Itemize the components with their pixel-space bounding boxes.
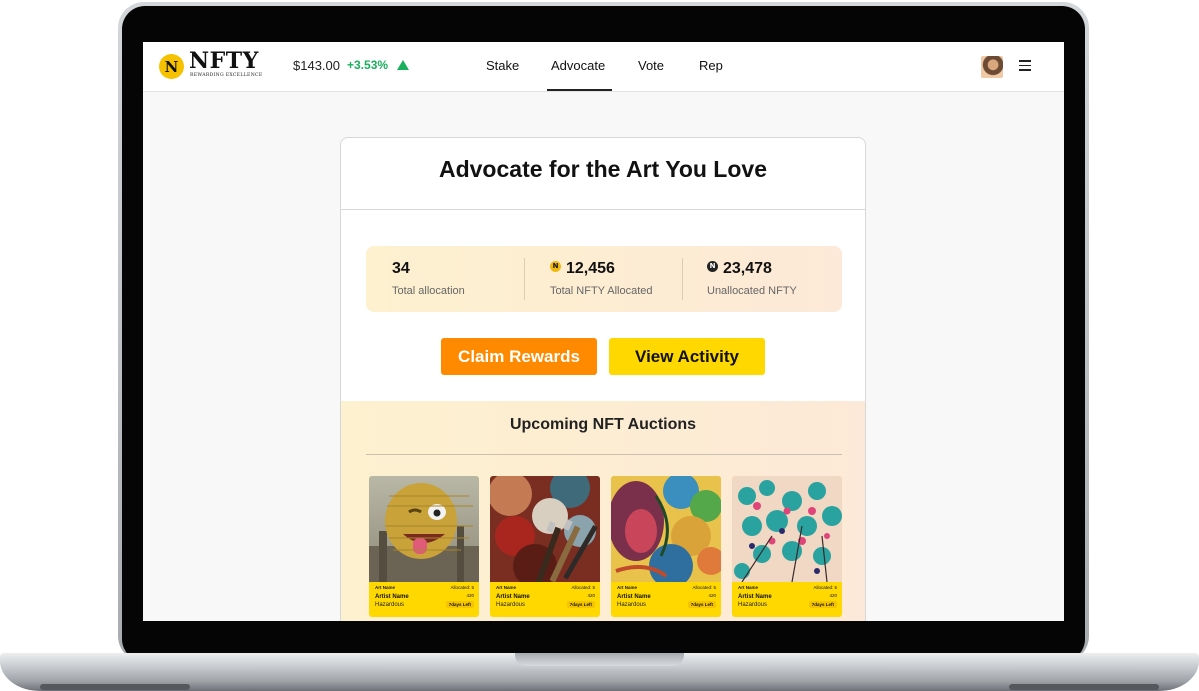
stat-value: N 12,456	[550, 260, 615, 278]
nft-genre: Hazardous	[375, 602, 405, 608]
nft-genre: Hazardous	[738, 602, 768, 608]
user-avatar[interactable]	[981, 56, 1003, 78]
stat-total-nfty-allocated: N 12,456 Total NFTY Allocated	[524, 246, 682, 312]
section-title: Upcoming NFT Auctions	[509, 416, 697, 433]
nft-artwork-image	[369, 476, 479, 582]
allocation-stats: 34 Total allocation N 12,456 Total NFTY A…	[366, 246, 842, 312]
nft-artist-name: Artist Name	[375, 594, 409, 600]
advocate-card: Advocate for the Art You Love 34 Total a…	[340, 137, 866, 621]
logo-coin-letter: N	[164, 57, 179, 76]
token-change: +3.53%	[347, 58, 389, 72]
stat-value: 34	[392, 260, 410, 277]
brand-name[interactable]: NFTY	[189, 49, 259, 73]
hamburger-menu-icon[interactable]	[1019, 60, 1031, 71]
nft-art-name: Art Name	[617, 585, 638, 590]
nft-artist-name: Artist Name	[496, 594, 530, 600]
nft-artist-name: Artist Name	[738, 594, 772, 600]
token-price: $143.00	[293, 58, 340, 73]
laptop-foot-left	[40, 684, 190, 690]
nft-days-left-badge: 7days Left	[808, 601, 837, 608]
claim-rewards-button[interactable]: Claim Rewards	[441, 338, 597, 375]
nav-link-rep[interactable]: Rep	[699, 58, 723, 73]
nft-allocated: Allocated: 5	[813, 585, 837, 590]
active-tab-indicator	[547, 89, 612, 91]
stat-total-allocation: 34 Total allocation	[366, 246, 524, 312]
nft-card[interactable]: Art Name Allocated: 5 Artist Name 420 Ha…	[732, 476, 842, 617]
stat-unallocated-nfty: N 23,478 Unallocated NFTY	[682, 246, 842, 312]
top-nav: N NFTY REWARDING EXCELLENCE $143.00 +3.5…	[143, 42, 1064, 92]
page-title: Advocate for the Art You Love	[438, 156, 767, 182]
stat-label: Total allocation	[392, 285, 465, 297]
nft-price: 420	[587, 593, 595, 598]
nfty-dark-coin-icon: N	[707, 261, 718, 272]
laptop-screen: N NFTY REWARDING EXCELLENCE $143.00 +3.5…	[143, 42, 1064, 621]
nft-card[interactable]: Art Name Allocated: 5 Artist Name 420 Ha…	[611, 476, 721, 617]
trend-up-icon	[397, 60, 409, 70]
title-divider	[341, 209, 865, 210]
nft-allocated: Allocated: 5	[571, 585, 595, 590]
nft-allocated: Allocated: 5	[692, 585, 716, 590]
nav-link-advocate[interactable]: Advocate	[551, 58, 605, 73]
nft-price: 420	[708, 593, 716, 598]
nft-artwork-image	[611, 476, 721, 588]
stat-value-text: 12,456	[566, 260, 615, 277]
nft-art-name: Art Name	[496, 585, 517, 590]
nft-price: 420	[466, 593, 474, 598]
section-divider	[366, 454, 842, 455]
brand-tagline: REWARDING EXCELLENCE	[190, 73, 263, 78]
nft-price: 420	[829, 593, 837, 598]
stat-value-text: 23,478	[723, 260, 772, 277]
laptop-foot-right	[1009, 684, 1159, 690]
nft-artwork-image	[732, 476, 842, 583]
nft-art-name: Art Name	[375, 585, 396, 590]
nft-art-name: Art Name	[738, 585, 759, 590]
laptop-notch	[515, 653, 684, 666]
nft-days-left-badge: 7days Left	[445, 601, 474, 608]
nav-link-stake[interactable]: Stake	[486, 58, 519, 73]
nav-link-vote[interactable]: Vote	[638, 58, 664, 73]
nft-genre: Hazardous	[617, 602, 647, 608]
nft-artwork-image	[490, 476, 600, 588]
nfty-logo-icon[interactable]: N	[159, 54, 184, 79]
nfty-gold-coin-icon: N	[550, 261, 561, 272]
upcoming-auctions-section: Upcoming NFT Auctions Art Name Allocated…	[341, 401, 865, 621]
nft-card[interactable]: Art Name Allocated: 5 Artist Name 420 Ha…	[490, 476, 600, 617]
nft-days-left-badge: 7days Left	[687, 601, 716, 608]
nft-card[interactable]: Art Name Allocated: 5 Artist Name 420 Ha…	[369, 476, 479, 617]
nft-genre: Hazardous	[496, 602, 526, 608]
stat-value: N 23,478	[707, 260, 772, 278]
nft-allocated: Allocated: 5	[450, 585, 474, 590]
stat-label: Unallocated NFTY	[707, 285, 797, 297]
stat-label: Total NFTY Allocated	[550, 285, 653, 297]
nft-days-left-badge: 7days Left	[566, 601, 595, 608]
view-activity-button[interactable]: View Activity	[609, 338, 765, 375]
nft-artist-name: Artist Name	[617, 594, 651, 600]
